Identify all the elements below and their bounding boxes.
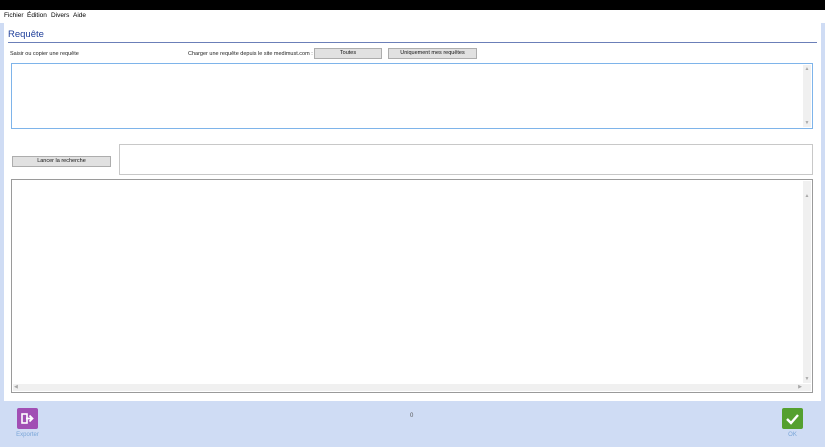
bottom-action-bar: Exporter 0 OK [0, 401, 825, 447]
window-top-bar [0, 0, 825, 10]
all-queries-button[interactable]: Toutes [314, 48, 382, 59]
results-vscrollbar[interactable]: ▲ ▼ [803, 181, 811, 383]
menu-bar: Fichier Édition Divers Aide [0, 10, 825, 23]
ok-label: OK [788, 432, 797, 438]
scroll-left-icon[interactable]: ◀ [14, 384, 18, 391]
results-area[interactable]: ▲ ▼ ◀ ▶ [11, 179, 813, 393]
export-button[interactable] [17, 408, 38, 429]
query-label: Saisir ou copier une requête [10, 51, 79, 57]
scroll-down-icon[interactable]: ▼ [803, 120, 811, 126]
main-panel: Requête Saisir ou copier une requête Cha… [4, 23, 821, 401]
result-counter: 0 [410, 413, 414, 419]
launch-search-button[interactable]: Lancer la recherche [12, 156, 111, 167]
menu-edition[interactable]: Édition [27, 12, 47, 19]
my-queries-button[interactable]: Uniquement mes requêtes [388, 48, 477, 59]
scroll-right-icon[interactable]: ▶ [798, 384, 802, 391]
scroll-up-icon[interactable]: ▲ [803, 193, 811, 199]
results-hscrollbar[interactable]: ◀ ▶ [13, 384, 803, 391]
menu-fichier[interactable]: Fichier [4, 12, 24, 19]
search-status-box [119, 144, 813, 175]
page-title: Requête [8, 29, 44, 40]
menu-divers[interactable]: Divers [51, 12, 69, 19]
menu-aide[interactable]: Aide [73, 12, 86, 19]
checkmark-icon [786, 414, 799, 425]
query-scrollbar[interactable]: ▲ ▼ [803, 65, 811, 127]
scrollbar-corner [803, 384, 811, 391]
scroll-up-icon[interactable]: ▲ [803, 66, 811, 72]
load-query-label: Charger une requête depuis le site medim… [188, 51, 313, 57]
scroll-down-icon[interactable]: ▼ [803, 376, 811, 382]
exit-arrow-icon [21, 413, 34, 424]
export-label: Exporter [16, 432, 39, 438]
query-textarea[interactable]: ▲ ▼ [11, 63, 813, 129]
ok-button[interactable] [782, 408, 803, 429]
title-divider [8, 42, 817, 43]
